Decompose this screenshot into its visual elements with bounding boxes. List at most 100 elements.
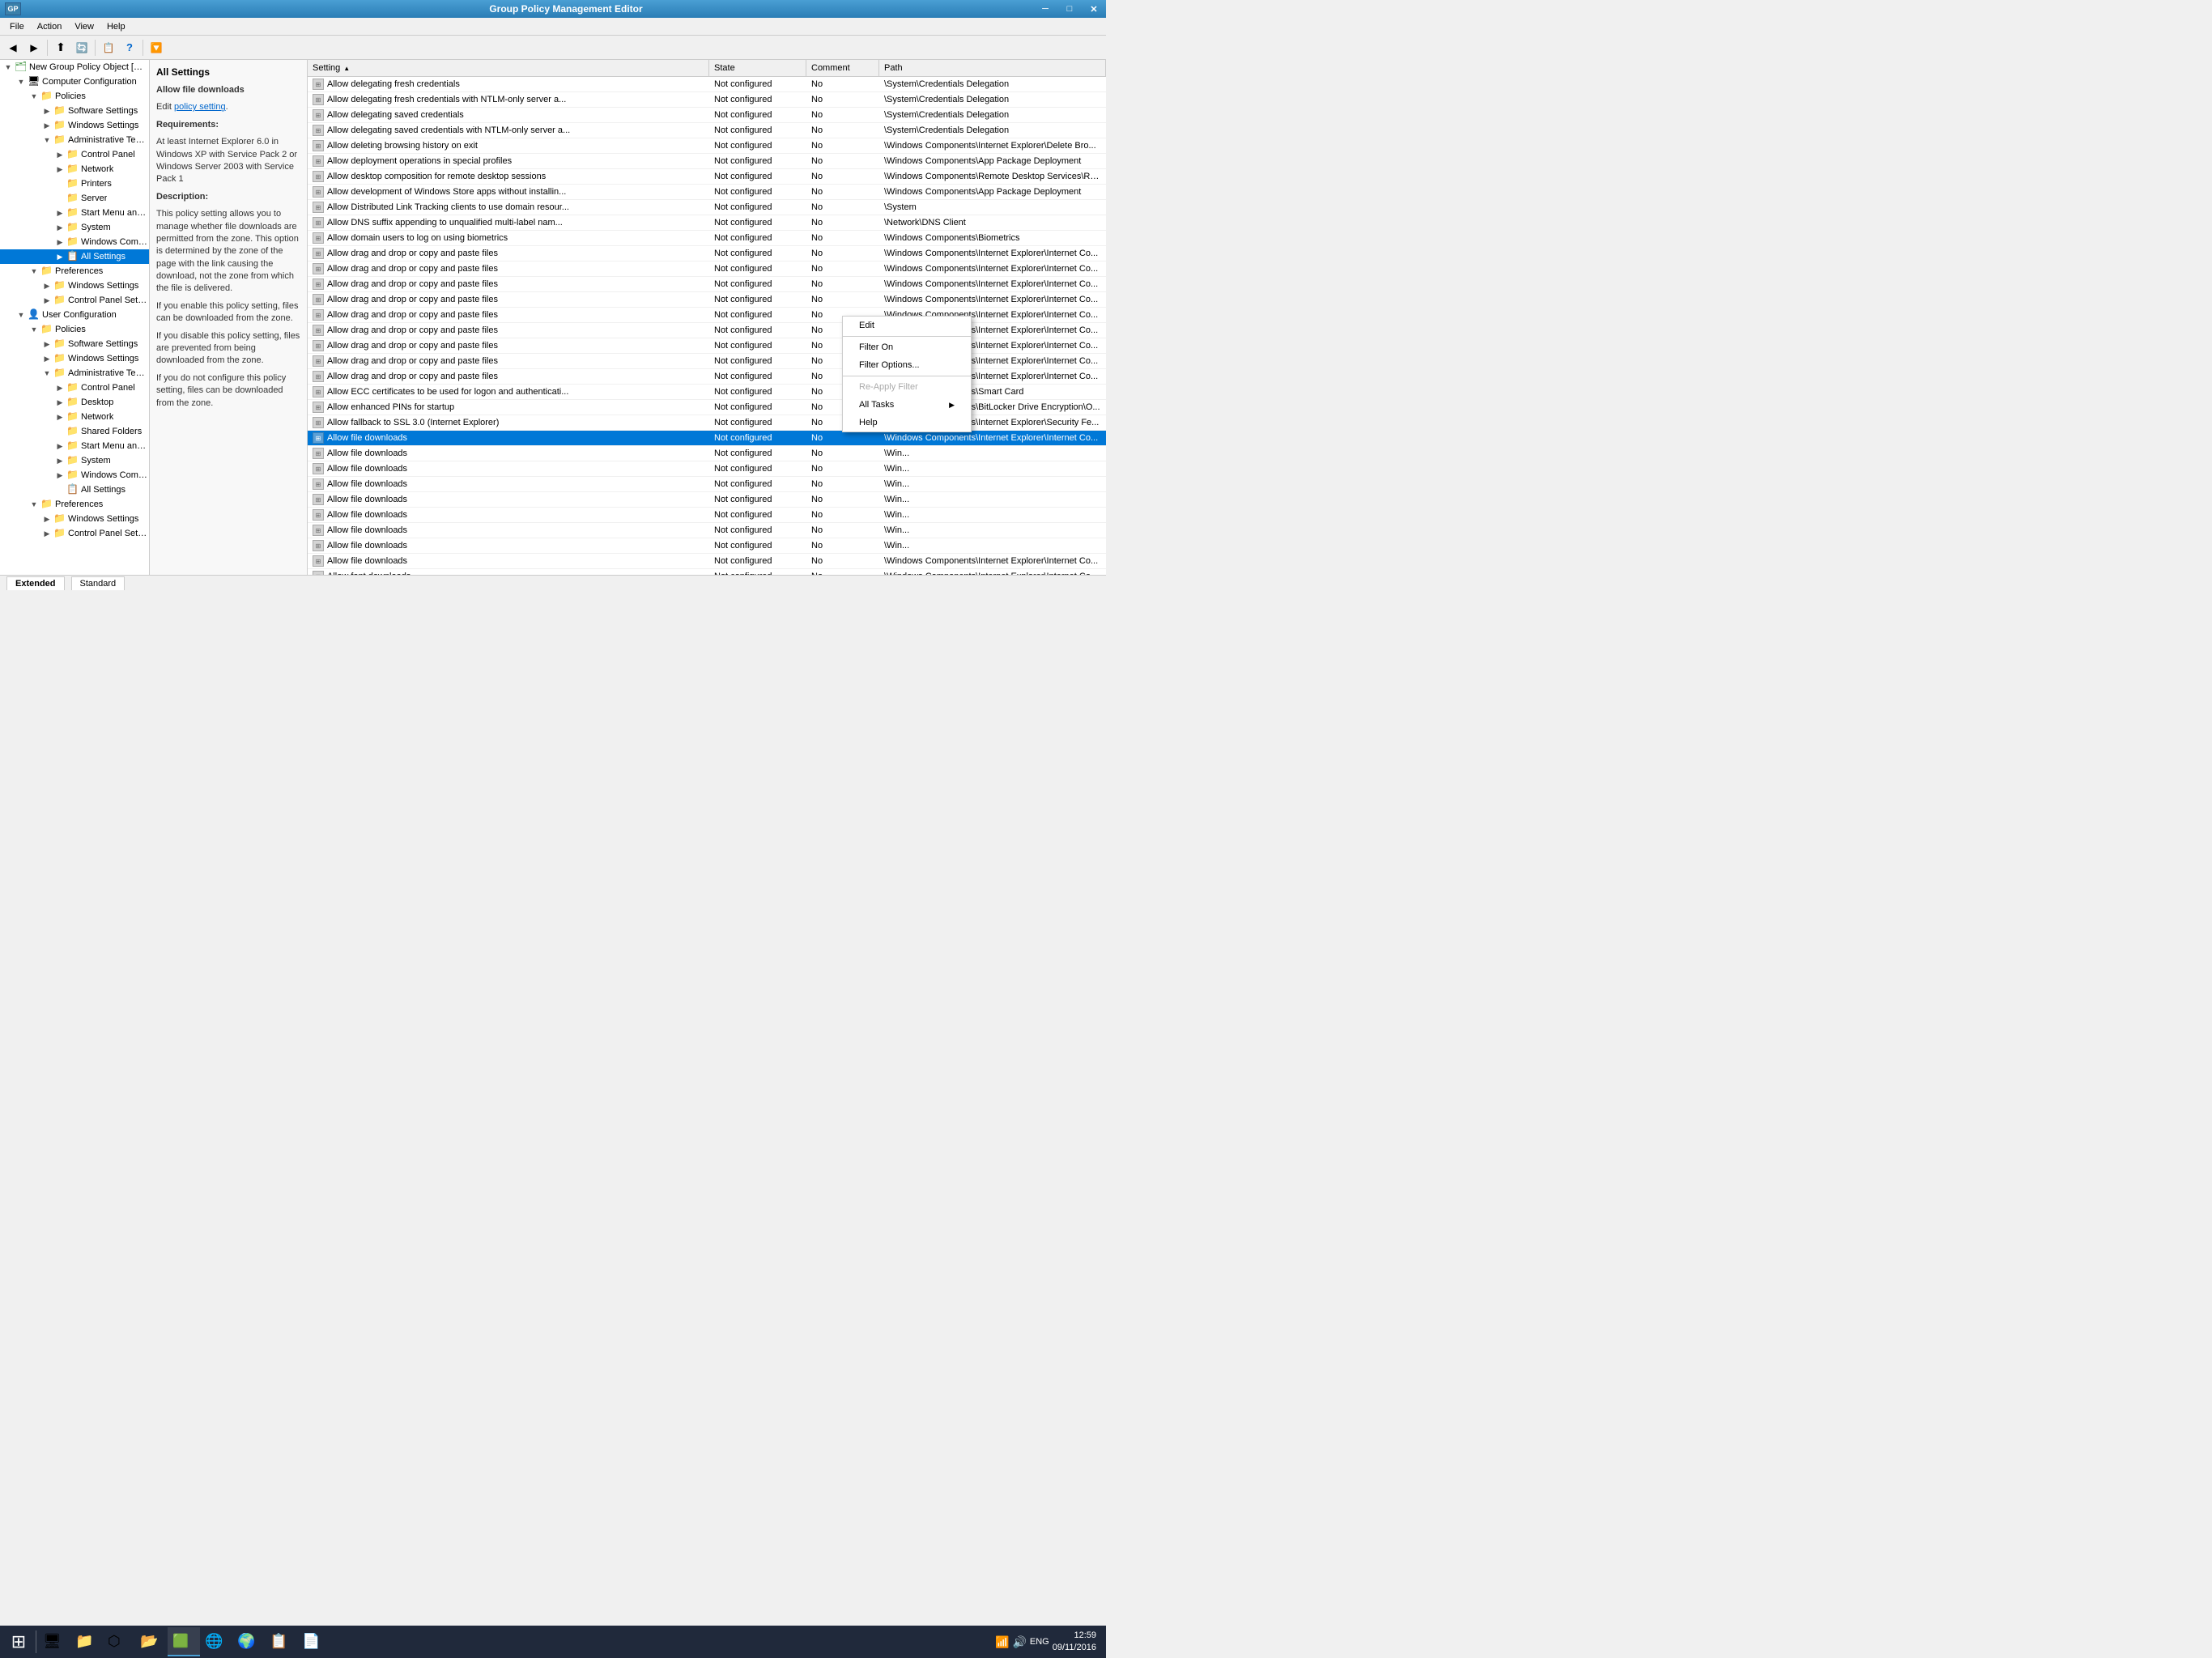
tree-item-software-uc[interactable]: ▶ 📁 Software Settings xyxy=(0,337,149,351)
table-row[interactable]: ⊞ Allow file downloads Not configured No… xyxy=(308,431,1106,446)
expand-desktop-uc[interactable]: ▶ xyxy=(53,396,66,409)
expand-preferences-cc[interactable]: ▼ xyxy=(28,265,40,278)
tree-item-user-config[interactable]: ▼ 👤 User Configuration xyxy=(0,308,149,322)
tree-item-wincompo-cc[interactable]: ▶ 📁 Windows Compo... xyxy=(0,235,149,249)
expand-system-uc[interactable]: ▶ xyxy=(53,454,66,467)
tree-item-network-cc[interactable]: ▶ 📁 Network xyxy=(0,162,149,176)
expand-startmenu-cc[interactable]: ▶ xyxy=(53,206,66,219)
taskbar-app-explorer[interactable]: 🖥 xyxy=(38,1627,70,1656)
tab-extended[interactable]: Extended xyxy=(6,576,65,590)
tree-item-cpanelpref-cc[interactable]: ▶ 📁 Control Panel Setting... xyxy=(0,293,149,308)
policy-setting-link[interactable]: policy setting xyxy=(174,102,226,112)
up-button[interactable]: ⬆ xyxy=(51,38,70,57)
expand-startmenu-uc[interactable]: ▶ xyxy=(53,440,66,453)
table-row[interactable]: ⊞ Allow domain users to log on using bio… xyxy=(308,231,1106,246)
tree-expand-root[interactable]: ▼ xyxy=(2,61,15,74)
expand-computer-config[interactable]: ▼ xyxy=(15,75,28,88)
table-row[interactable]: ⊞ Allow drag and drop or copy and paste … xyxy=(308,369,1106,385)
table-row[interactable]: ⊞ Allow file downloads Not configured No… xyxy=(308,446,1106,461)
tree-item-windows-uc[interactable]: ▶ 📁 Windows Settings xyxy=(0,351,149,366)
expand-network-uc[interactable]: ▶ xyxy=(53,410,66,423)
tree-panel[interactable]: ▼ 🗂 New Group Policy Object [WIN... ▼ 🖥 … xyxy=(0,60,150,575)
tree-item-policies-uc[interactable]: ▼ 📁 Policies xyxy=(0,322,149,337)
taskbar-app-notepad[interactable]: 📄 xyxy=(297,1627,330,1656)
tree-item-preferences-cc[interactable]: ▼ 📁 Preferences xyxy=(0,264,149,278)
table-row[interactable]: ⊞ Allow file downloads Not configured No… xyxy=(308,554,1106,569)
table-row[interactable]: ⊞ Allow DNS suffix appending to unqualif… xyxy=(308,215,1106,231)
help-button[interactable]: ? xyxy=(120,38,139,57)
tab-standard[interactable]: Standard xyxy=(71,576,125,590)
expand-cpanelpref-uc[interactable]: ▶ xyxy=(40,527,53,540)
tree-item-windows-cc[interactable]: ▶ 📁 Windows Settings xyxy=(0,118,149,133)
tree-item-system-cc[interactable]: ▶ 📁 System xyxy=(0,220,149,235)
table-row[interactable]: ⊞ Allow delegating saved credentials Not… xyxy=(308,108,1106,123)
back-button[interactable]: ◀ xyxy=(3,38,23,57)
table-row[interactable]: ⊞ Allow drag and drop or copy and paste … xyxy=(308,261,1106,277)
expand-policies-uc[interactable]: ▼ xyxy=(28,323,40,336)
tree-item-startmenu-cc[interactable]: ▶ 📁 Start Menu and T... xyxy=(0,206,149,220)
expand-server-cc[interactable]: ▶ xyxy=(53,192,66,205)
expand-software-uc[interactable]: ▶ xyxy=(40,338,53,351)
col-header-state[interactable]: State xyxy=(709,60,806,76)
tree-item-cpanelpref-uc[interactable]: ▶ 📁 Control Panel Setting... xyxy=(0,526,149,541)
expand-wincompo-cc[interactable]: ▶ xyxy=(53,236,66,249)
table-row[interactable]: ⊞ Allow drag and drop or copy and paste … xyxy=(308,292,1106,308)
ctx-item-help[interactable]: Help xyxy=(843,414,971,432)
table-row[interactable]: ⊞ Allow ECC certificates to be used for … xyxy=(308,385,1106,400)
expand-controlpanel-uc[interactable]: ▶ xyxy=(53,381,66,394)
ctx-item-filter-on[interactable]: Filter On xyxy=(843,338,971,356)
tree-item-winsettings-pref-uc[interactable]: ▶ 📁 Windows Settings xyxy=(0,512,149,526)
table-row[interactable]: ⊞ Allow Distributed Link Tracking client… xyxy=(308,200,1106,215)
expand-user-config[interactable]: ▼ xyxy=(15,308,28,321)
file-menu[interactable]: File xyxy=(3,20,31,33)
table-row[interactable]: ⊞ Allow file downloads Not configured No… xyxy=(308,461,1106,477)
expand-windows-cc[interactable]: ▶ xyxy=(40,119,53,132)
tree-item-wincompo-uc[interactable]: ▶ 📁 Windows Compo... xyxy=(0,468,149,483)
table-row[interactable]: ⊞ Allow drag and drop or copy and paste … xyxy=(308,323,1106,338)
expand-sharedfolders-uc[interactable]: ▶ xyxy=(53,425,66,438)
tree-item-server-cc[interactable]: ▶ 📁 Server xyxy=(0,191,149,206)
table-row[interactable]: ⊞ Allow desktop composition for remote d… xyxy=(308,169,1106,185)
col-header-comment[interactable]: Comment xyxy=(806,60,879,76)
action-menu[interactable]: Action xyxy=(31,20,69,33)
expand-allsettings-uc[interactable]: ▶ xyxy=(53,483,66,496)
maximize-button[interactable]: □ xyxy=(1057,0,1082,18)
expand-allsettings-cc[interactable]: ▶ xyxy=(53,250,66,263)
expand-admintemplates-cc[interactable]: ▼ xyxy=(40,134,53,147)
table-row[interactable]: ⊞ Allow fallback to SSL 3.0 (Internet Ex… xyxy=(308,415,1106,431)
ctx-item-all-tasks[interactable]: All Tasks▶ xyxy=(843,396,971,414)
tree-item-desktop-uc[interactable]: ▶ 📁 Desktop xyxy=(0,395,149,410)
tree-item-allsettings-cc[interactable]: ▶ 📋 All Settings xyxy=(0,249,149,264)
tree-item-printers-cc[interactable]: ▶ 📁 Printers xyxy=(0,176,149,191)
table-row[interactable]: ⊞ Allow file downloads Not configured No… xyxy=(308,492,1106,508)
col-header-setting[interactable]: Setting ▲ xyxy=(308,60,709,76)
tree-item-system-uc[interactable]: ▶ 📁 System xyxy=(0,453,149,468)
table-row[interactable]: ⊞ Allow file downloads Not configured No… xyxy=(308,523,1106,538)
table-row[interactable]: ⊞ Allow drag and drop or copy and paste … xyxy=(308,308,1106,323)
view-menu[interactable]: View xyxy=(68,20,100,33)
taskbar-app-gp[interactable]: 🟩 xyxy=(168,1627,200,1656)
table-row[interactable]: ⊞ Allow delegating fresh credentials wit… xyxy=(308,92,1106,108)
ctx-item-re-apply-filter[interactable]: Re-Apply Filter xyxy=(843,378,971,396)
tree-item-startmenu-uc[interactable]: ▶ 📁 Start Menu and T... xyxy=(0,439,149,453)
tree-item-computer-config[interactable]: ▼ 🖥 Computer Configuration xyxy=(0,74,149,89)
taskbar-app-file-explorer[interactable]: 📁 xyxy=(70,1627,103,1656)
taskbar-app-cmd[interactable]: ⬡ xyxy=(103,1627,135,1656)
close-button[interactable]: ✕ xyxy=(1082,0,1106,18)
table-row[interactable]: ⊞ Allow delegating fresh credentials Not… xyxy=(308,77,1106,92)
table-row[interactable]: ⊞ Allow file downloads Not configured No… xyxy=(308,538,1106,554)
table-row[interactable]: ⊞ Allow deleting browsing history on exi… xyxy=(308,138,1106,154)
expand-winsettings-pref-cc[interactable]: ▶ xyxy=(40,279,53,292)
start-button[interactable]: ⊞ xyxy=(3,1627,34,1656)
taskbar-app-docs[interactable]: 📋 xyxy=(265,1627,297,1656)
table-row[interactable]: ⊞ Allow drag and drop or copy and paste … xyxy=(308,277,1106,292)
forward-button[interactable]: ▶ xyxy=(24,38,44,57)
table-row[interactable]: ⊞ Allow file downloads Not configured No… xyxy=(308,508,1106,523)
tree-item-winsettings-pref-cc[interactable]: ▶ 📁 Windows Settings xyxy=(0,278,149,293)
ctx-item-filter-options...[interactable]: Filter Options... xyxy=(843,356,971,374)
tree-item-sharedfolders-uc[interactable]: ▶ 📁 Shared Folders xyxy=(0,424,149,439)
help-menu[interactable]: Help xyxy=(100,20,132,33)
tree-item-preferences-uc[interactable]: ▼ 📁 Preferences xyxy=(0,497,149,512)
table-row[interactable]: ⊞ Allow development of Windows Store app… xyxy=(308,185,1106,200)
expand-winsettings-pref-uc[interactable]: ▶ xyxy=(40,512,53,525)
